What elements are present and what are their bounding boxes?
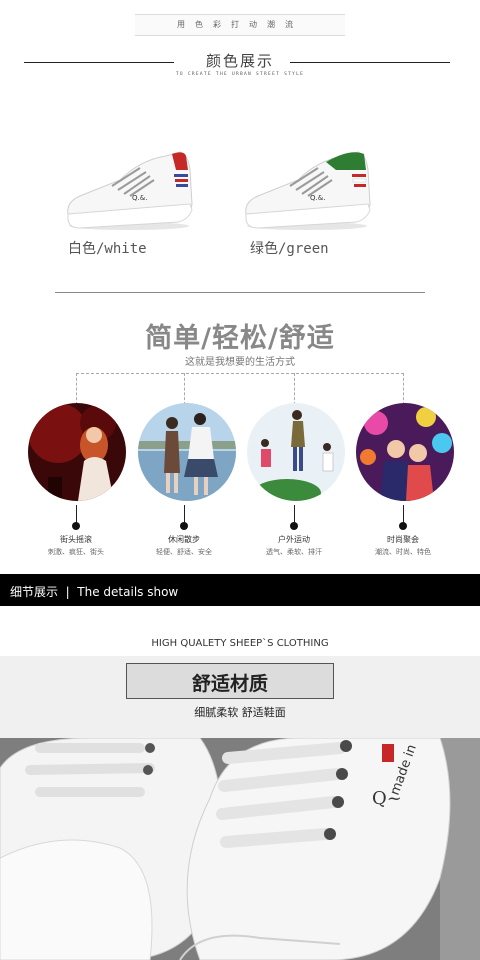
white-shoe-image: Q.&.: [62, 140, 197, 236]
lifestyle-headline: 简单/轻松/舒适: [145, 323, 335, 354]
shoe-closeup-image: Q~ made in: [0, 737, 480, 960]
connector-1: [76, 373, 77, 405]
feature-sub-3: 透气、柔软、排汗: [266, 548, 322, 556]
lifestyle-subline: 这就是我想要的生活方式: [185, 357, 295, 368]
feature-title-4: 时尚聚会: [387, 535, 419, 544]
section-subtitle: TO CREATE THE URBAN STREET STYLE: [175, 72, 305, 77]
section-title: 颜色展示: [205, 52, 274, 70]
connector-2: [184, 373, 185, 405]
tagline-banner: 用色彩打动潮流: [135, 14, 345, 36]
feature-sub-1: 刺激、疯狂、街头: [48, 548, 104, 556]
connector-3: [294, 373, 295, 405]
feature-sub-4: 潮流、时尚、特色: [375, 548, 431, 556]
color-label-green: 绿色/green: [250, 241, 329, 257]
feature-title-2: 休闲散步: [168, 535, 200, 544]
svg-text:Q.&.: Q.&.: [310, 194, 325, 202]
street-rock-photo: [28, 403, 126, 501]
feature-title-1: 街头摇滚: [60, 535, 92, 544]
fashion-party-photo: [356, 403, 454, 501]
casual-walk-photo: [138, 403, 236, 501]
material-title: 舒适材质: [191, 673, 268, 695]
marker-dot-1: [72, 522, 80, 530]
green-shoe-image: Q.&.: [240, 140, 375, 236]
details-bar-text: 细节展示 | The details show: [10, 585, 179, 599]
feature-title-3: 户外运动: [278, 535, 310, 544]
marker-dot-3: [290, 522, 298, 530]
material-subtitle: 细腻柔软 舒适鞋面: [194, 706, 286, 719]
details-bar: 细节展示 | The details show: [0, 574, 480, 606]
outdoor-sport-photo: [247, 403, 345, 501]
feature-sub-2: 轻便、舒适、安全: [156, 548, 212, 556]
quality-tagline: HIGH QUALETY SHEEP`S CLOTHING: [151, 638, 329, 649]
connector-4: [403, 373, 404, 405]
color-label-white: 白色/white: [68, 241, 147, 257]
marker-dot-2: [180, 522, 188, 530]
svg-text:Q.&.: Q.&.: [132, 194, 147, 202]
marker-dot-4: [399, 522, 407, 530]
material-title-box: 舒适材质: [126, 663, 334, 699]
tagline: 用色彩打动潮流: [177, 20, 303, 29]
section-divider: [55, 292, 425, 293]
connector-line: [76, 373, 404, 374]
